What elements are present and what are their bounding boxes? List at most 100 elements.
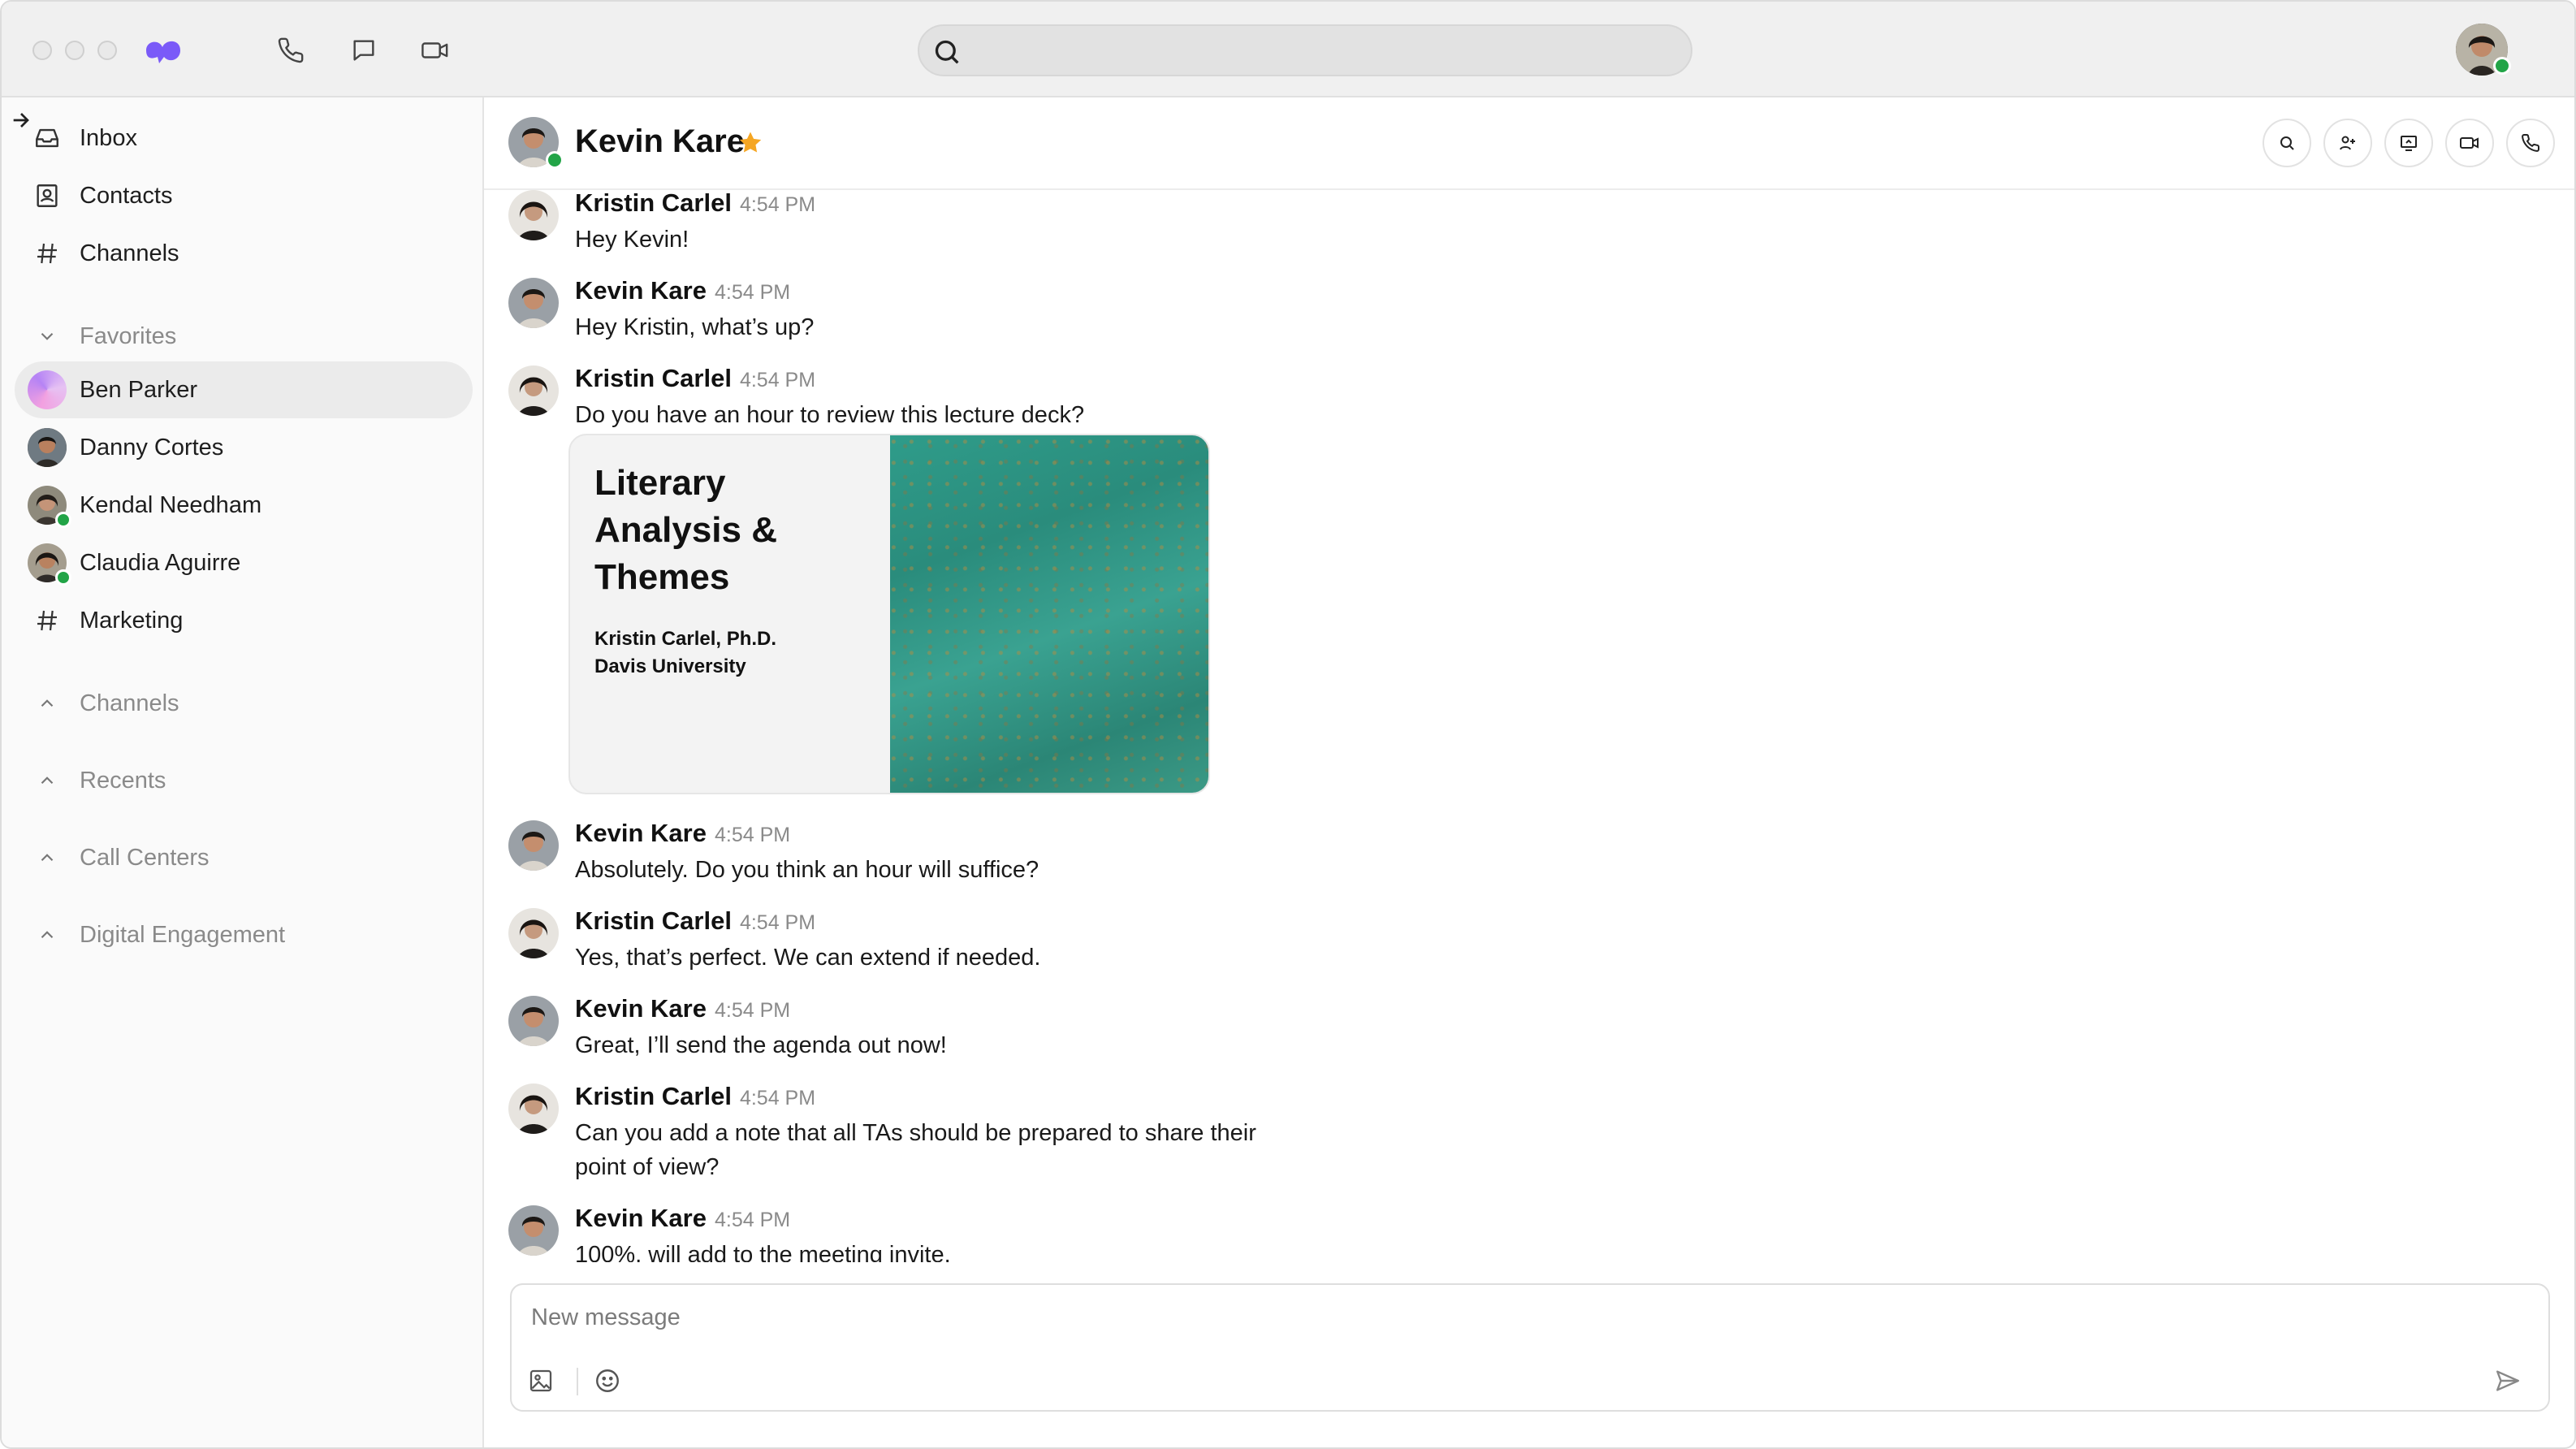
sidebar-item-ben-parker[interactable]: Ben Parker bbox=[15, 361, 473, 418]
emoji-icon bbox=[596, 1369, 619, 1392]
sidebar-item-label: Danny Cortes bbox=[80, 434, 224, 461]
message-text: Yes, that’s perfect. We can extend if ne… bbox=[575, 945, 1041, 971]
chat-icon[interactable] bbox=[344, 31, 383, 70]
chevron-up-icon bbox=[15, 770, 80, 791]
recents-section-header[interactable]: Recents bbox=[15, 756, 166, 805]
deck-title: Literary Analysis & Themes bbox=[594, 460, 866, 601]
deck-cover-image bbox=[890, 435, 1208, 793]
message-text: Can you add a note that all TAs should b… bbox=[575, 1120, 1256, 1180]
send-button[interactable] bbox=[2490, 1363, 2526, 1399]
video-icon bbox=[2460, 137, 2479, 149]
avatar[interactable] bbox=[508, 365, 559, 416]
avatar bbox=[28, 486, 71, 528]
sender-name[interactable]: Kristin Carlel bbox=[575, 1082, 732, 1110]
contact-avatar[interactable] bbox=[508, 117, 564, 172]
message-time: 4:54 PM bbox=[739, 1087, 816, 1109]
window-close-button[interactable] bbox=[32, 41, 52, 60]
add-person-button[interactable] bbox=[2323, 119, 2372, 167]
sender-name[interactable]: Kevin Kare bbox=[575, 994, 707, 1023]
chevron-up-icon bbox=[15, 693, 80, 714]
add-person-icon bbox=[2340, 136, 2355, 150]
sidebar-item-claudia-aguirre[interactable]: Claudia Aguirre bbox=[15, 534, 473, 591]
favorite-star-icon[interactable] bbox=[736, 128, 765, 158]
message-time: 4:54 PM bbox=[714, 824, 791, 846]
message-composer bbox=[510, 1283, 2550, 1412]
call-centers-section-header[interactable]: Call Centers bbox=[15, 833, 210, 882]
screen-share-icon bbox=[2401, 136, 2417, 151]
sender-name[interactable]: Kristin Carlel bbox=[575, 190, 732, 217]
message-input[interactable] bbox=[531, 1300, 2318, 1335]
presence-indicator bbox=[55, 512, 71, 528]
avatar[interactable] bbox=[508, 908, 559, 958]
window-maximize-button[interactable] bbox=[97, 41, 117, 60]
avatar[interactable] bbox=[508, 996, 559, 1046]
message-text: Hey Kevin! bbox=[575, 227, 689, 253]
message-time: 4:54 PM bbox=[714, 281, 791, 304]
message-time: 4:54 PM bbox=[739, 369, 816, 391]
sidebar-item-channels[interactable]: Channels bbox=[15, 225, 473, 282]
avatar[interactable] bbox=[508, 1205, 559, 1256]
contact-presence-indicator bbox=[546, 151, 564, 169]
inbox-icon bbox=[15, 110, 80, 167]
lecture-deck-attachment[interactable]: Literary Analysis & Themes Kristin Carle… bbox=[568, 434, 1210, 794]
message-time: 4:54 PM bbox=[739, 911, 816, 934]
section-label: Channels bbox=[80, 690, 179, 716]
sidebar-item-inbox[interactable]: Inbox bbox=[15, 110, 473, 167]
window-minimize-button[interactable] bbox=[65, 41, 84, 60]
video-call-button[interactable] bbox=[2445, 119, 2494, 167]
sender-name[interactable]: Kevin Kare bbox=[575, 1204, 707, 1232]
image-icon bbox=[529, 1369, 552, 1392]
avatar bbox=[28, 428, 67, 467]
avatar[interactable] bbox=[508, 1084, 559, 1134]
contact-name: Kevin Kare bbox=[575, 123, 745, 159]
sidebar-item-kendal-needham[interactable]: Kendal Needham bbox=[15, 477, 473, 534]
send-icon bbox=[2496, 1370, 2519, 1391]
voice-call-button[interactable] bbox=[2506, 119, 2555, 167]
message-text: 100%, will add to the meeting invite. bbox=[575, 1242, 951, 1262]
search-bar[interactable] bbox=[918, 24, 1692, 76]
message-text: Absolutely. Do you think an hour will su… bbox=[575, 857, 1039, 883]
message-text: Hey Kristin, what’s up? bbox=[575, 314, 815, 340]
phone-icon[interactable] bbox=[271, 31, 310, 70]
message-time: 4:54 PM bbox=[714, 999, 791, 1022]
sender-name[interactable]: Kevin Kare bbox=[575, 819, 707, 847]
video-icon[interactable] bbox=[416, 31, 455, 70]
message-text: Great, I’ll send the agenda out now! bbox=[575, 1032, 947, 1058]
app-logo[interactable] bbox=[141, 34, 185, 67]
sender-name[interactable]: Kristin Carlel bbox=[575, 364, 732, 392]
avatar[interactable] bbox=[508, 820, 559, 871]
sidebar-item-label: Marketing bbox=[80, 607, 184, 634]
search-conversation-button[interactable] bbox=[2263, 119, 2311, 167]
sidebar-item-contacts[interactable]: Contacts bbox=[15, 167, 473, 224]
section-label: Favorites bbox=[80, 322, 177, 349]
sidebar-item-marketing[interactable]: Marketing bbox=[15, 592, 473, 649]
chat-header: Kevin Kare bbox=[484, 97, 2574, 190]
sender-name[interactable]: Kevin Kare bbox=[575, 276, 707, 305]
avatar[interactable] bbox=[508, 278, 559, 328]
app-window: Inbox Contacts Channels Favorites Ben Pa… bbox=[0, 0, 2576, 1449]
digital-engagement-section-header[interactable]: Digital Engagement bbox=[15, 910, 285, 959]
sidebar-item-danny-cortes[interactable]: Danny Cortes bbox=[15, 419, 473, 476]
emoji-button[interactable] bbox=[590, 1363, 625, 1399]
share-screen-button[interactable] bbox=[2384, 119, 2433, 167]
sidebar-item-label: Kendal Needham bbox=[80, 491, 262, 518]
sidebar-item-label: Claudia Aguirre bbox=[80, 549, 241, 576]
sender-name[interactable]: Kristin Carlel bbox=[575, 906, 732, 935]
section-label: Digital Engagement bbox=[80, 921, 286, 948]
message-time: 4:54 PM bbox=[739, 193, 816, 216]
hash-icon bbox=[15, 592, 80, 649]
avatar[interactable] bbox=[508, 190, 559, 240]
presence-indicator bbox=[55, 569, 71, 586]
favorites-section-header[interactable]: Favorites bbox=[15, 312, 176, 361]
chevron-down-icon bbox=[15, 326, 80, 347]
deck-title-line: Analysis & bbox=[594, 510, 777, 550]
chevron-up-icon bbox=[15, 924, 80, 945]
channels-section-header[interactable]: Channels bbox=[15, 679, 179, 728]
message-text: Do you have an hour to review this lectu… bbox=[575, 402, 1085, 428]
section-label: Recents bbox=[80, 767, 166, 794]
attach-image-button[interactable] bbox=[523, 1363, 559, 1399]
sidebar-item-label: Channels bbox=[80, 240, 179, 266]
chevron-up-icon bbox=[15, 847, 80, 868]
avatar bbox=[28, 543, 71, 586]
deck-title-line: Literary bbox=[594, 463, 726, 503]
